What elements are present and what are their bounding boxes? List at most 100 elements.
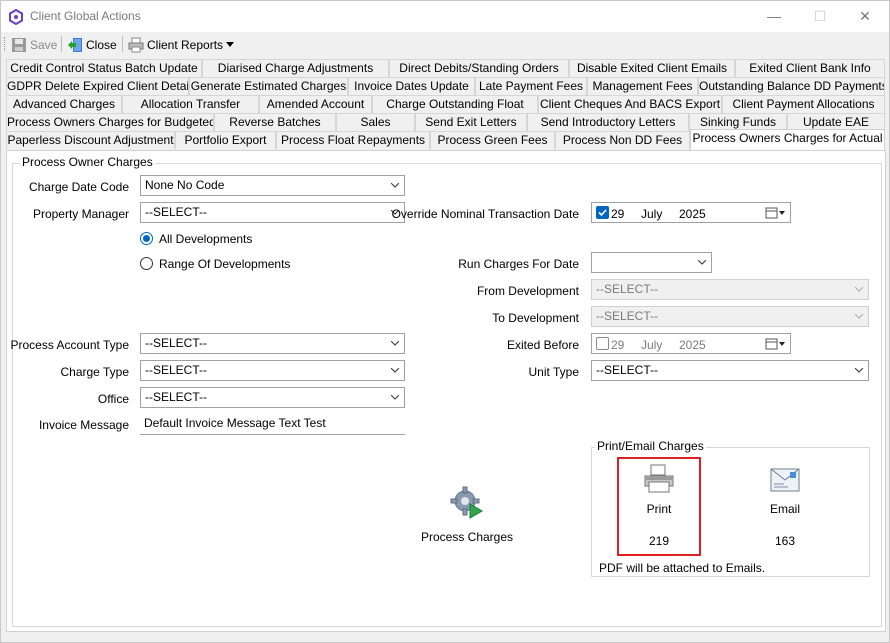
charge-type-value: --SELECT-- (145, 363, 208, 377)
tab-process-non-dd-fees[interactable]: Process Non DD Fees (555, 131, 690, 149)
tab-client-payment-allocations[interactable]: Client Payment Allocations (722, 95, 885, 113)
window-title: Client Global Actions (30, 9, 141, 23)
override-date-year: 2025 (679, 207, 706, 221)
chevron-down-icon (698, 260, 706, 265)
print-email-group-title: Print/Email Charges (595, 439, 706, 453)
all-developments-radio[interactable] (140, 232, 153, 245)
process-charges-label: Process Charges (420, 530, 514, 544)
run-charges-for-date-label: Run Charges For Date (458, 257, 579, 271)
print-button[interactable]: Print 219 (619, 459, 699, 554)
email-icon (770, 468, 800, 492)
process-account-type-select[interactable]: --SELECT-- (140, 333, 405, 354)
tab-gdpr-delete[interactable]: GDPR Delete Expired Client Details (6, 77, 189, 95)
unit-type-label: Unit Type (528, 365, 579, 379)
range-of-developments-radio[interactable] (140, 257, 153, 270)
printer-icon (128, 37, 144, 52)
tab-process-float-repayments[interactable]: Process Float Repayments (276, 131, 430, 149)
charge-type-label: Charge Type (60, 365, 130, 379)
property-manager-label: Property Manager (32, 207, 129, 221)
chevron-down-icon (391, 341, 399, 346)
tab-generate-estimated-charges[interactable]: Generate Estimated Charges (189, 77, 348, 95)
tab-owners-charges-budgeted[interactable]: Process Owners Charges for Budgeted (6, 113, 214, 131)
tab-sales[interactable]: Sales (336, 113, 415, 131)
tab-reverse-batches[interactable]: Reverse Batches (214, 113, 336, 131)
from-development-select[interactable]: --SELECT-- (591, 279, 869, 300)
tab-advanced-charges[interactable]: Advanced Charges (6, 95, 122, 113)
tab-exited-client-bank-info[interactable]: Exited Client Bank Info (735, 59, 885, 77)
pdf-note: PDF will be attached to Emails. (599, 561, 766, 575)
tab-direct-debits[interactable]: Direct Debits/Standing Orders (389, 59, 569, 77)
close-door-icon (68, 37, 82, 52)
email-button[interactable]: Email 163 (745, 459, 825, 554)
chevron-down-icon (226, 42, 235, 47)
save-button[interactable]: Save (11, 35, 57, 54)
exited-before-year: 2025 (679, 338, 706, 352)
override-date-month: July (641, 207, 663, 221)
invoice-message-input[interactable]: Default Invoice Message Text Test (140, 414, 405, 435)
run-charges-for-date-select[interactable] (591, 252, 712, 273)
tab-charge-outstanding-float[interactable]: Charge Outstanding Float (372, 95, 538, 113)
to-development-select[interactable]: --SELECT-- (591, 306, 869, 327)
exited-before-month: July (641, 338, 663, 352)
tab-amended-account[interactable]: Amended Account (259, 95, 372, 113)
chevron-down-icon (391, 368, 399, 373)
exited-before-day: 29 (611, 338, 625, 352)
process-charges-button[interactable]: Process Charges (412, 484, 522, 549)
chevron-down-icon (855, 287, 863, 292)
property-manager-value: --SELECT-- (145, 205, 208, 219)
close-window-button[interactable]: ✕ (852, 5, 878, 27)
charge-date-code-value: None No Code (145, 178, 225, 192)
checkmark-icon (598, 209, 607, 217)
all-developments-label: All Developments (159, 232, 253, 246)
tab-process-green-fees[interactable]: Process Green Fees (430, 131, 555, 149)
save-label: Save (30, 37, 58, 52)
printer-icon (644, 464, 674, 493)
chevron-down-icon (391, 395, 399, 400)
maximize-button[interactable]: ☐ (807, 5, 833, 27)
client-reports-dropdown[interactable]: Client Reports (128, 35, 235, 54)
tab-credit-control-status[interactable]: Credit Control Status Batch Update (6, 59, 202, 77)
gear-play-icon (450, 486, 483, 519)
client-reports-label: Client Reports (147, 37, 224, 52)
unit-type-select[interactable]: --SELECT-- (591, 360, 869, 381)
title-bar: Client Global Actions — ☐ ✕ (1, 1, 889, 32)
override-date-checkbox[interactable] (596, 206, 609, 219)
property-manager-select[interactable]: --SELECT-- (140, 202, 405, 223)
charge-type-select[interactable]: --SELECT-- (140, 360, 405, 381)
app-logo-icon (9, 9, 23, 25)
to-development-value: --SELECT-- (596, 309, 659, 323)
tab-client-cheques-bacs[interactable]: Client Cheques And BACS Export (538, 95, 722, 113)
exited-before-checkbox[interactable] (596, 337, 609, 350)
tab-panel: Process Owner Charges Charge Date Code N… (6, 150, 886, 632)
exited-before-date-picker[interactable]: 29 July 2025 (591, 333, 791, 354)
tab-process-owners-charges-actual[interactable]: Process Owners Charges for Actual (690, 129, 885, 150)
override-date-label: Override Nominal Transaction Date (391, 207, 579, 221)
close-label: Close (86, 37, 117, 52)
office-select[interactable]: --SELECT-- (140, 387, 405, 408)
tab-management-fees[interactable]: Management Fees (587, 77, 698, 95)
from-development-value: --SELECT-- (596, 282, 659, 296)
close-button[interactable]: Close (67, 35, 117, 54)
tab-disable-exited-client-emails[interactable]: Disable Exited Client Emails (569, 59, 735, 77)
range-of-developments-label: Range Of Developments (159, 257, 291, 271)
tab-send-exit-letters[interactable]: Send Exit Letters (415, 113, 527, 131)
tab-outstanding-balance-dd[interactable]: Outstanding Balance DD Payments (698, 77, 885, 95)
calendar-dropdown-icon (765, 338, 785, 350)
tab-invoice-dates-update[interactable]: Invoice Dates Update (348, 77, 475, 95)
tab-allocation-transfer[interactable]: Allocation Transfer (122, 95, 259, 113)
print-label: Print (646, 502, 672, 516)
chevron-down-icon (391, 183, 399, 188)
tab-late-payment-fees[interactable]: Late Payment Fees (475, 77, 587, 95)
tab-diarised-charge-adjustments[interactable]: Diarised Charge Adjustments (202, 59, 389, 77)
invoice-message-label: Invoice Message (38, 418, 129, 432)
override-date-picker[interactable]: 29 July 2025 (591, 202, 791, 223)
tab-send-introductory-letters[interactable]: Send Introductory Letters (527, 113, 689, 131)
minimize-button[interactable]: — (761, 5, 787, 27)
tab-portfolio-export[interactable]: Portfolio Export (175, 131, 276, 149)
chevron-down-icon (855, 314, 863, 319)
chevron-down-icon (855, 368, 863, 373)
email-label: Email (769, 502, 800, 516)
charge-date-code-select[interactable]: None No Code (140, 175, 405, 196)
tab-paperless-discount[interactable]: Paperless Discount Adjustment (6, 131, 175, 149)
process-account-type-label: Process Account Type (10, 338, 129, 352)
